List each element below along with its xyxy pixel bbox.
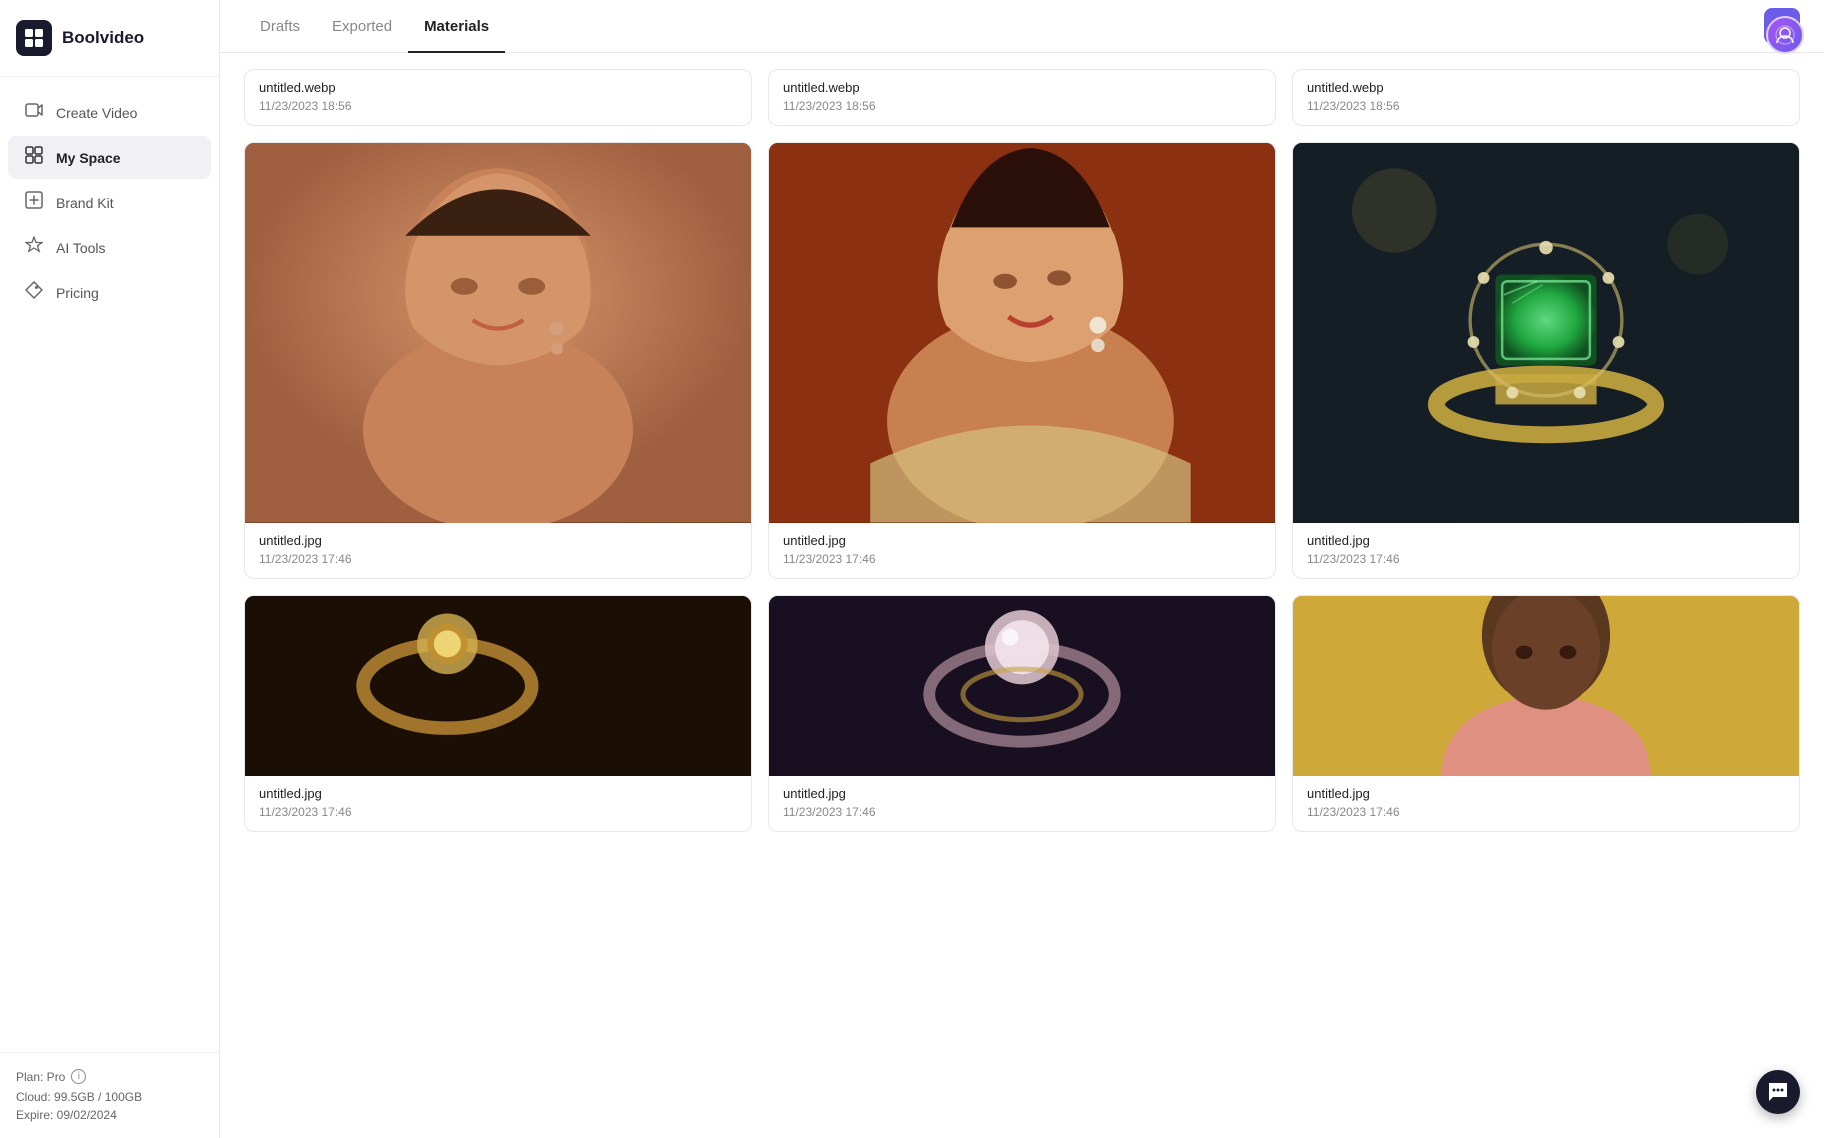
partial-card-2-date: 11/23/2023 18:56 <box>783 99 1261 113</box>
pricing-icon <box>24 281 44 304</box>
tabs-header: Drafts Exported Materials <box>220 0 1824 53</box>
card-3-image <box>1293 143 1799 523</box>
app-logo: Boolvideo <box>0 0 219 77</box>
logo-icon <box>16 20 52 56</box>
partial-card-1-date: 11/23/2023 18:56 <box>259 99 737 113</box>
partial-card-1[interactable]: untitled.webp 11/23/2023 18:56 <box>244 69 752 126</box>
card-2-name: untitled.jpg <box>783 533 1261 548</box>
expire-label: Expire: 09/02/2024 <box>16 1108 203 1122</box>
partial-card-2-name: untitled.webp <box>783 80 1261 95</box>
user-avatar[interactable] <box>1766 16 1804 54</box>
ai-tools-icon <box>24 236 44 259</box>
plan-label: Plan: Pro <box>16 1070 65 1084</box>
card-5[interactable]: untitled.jpg 11/23/2023 17:46 <box>768 595 1276 832</box>
cloud-label: Cloud: 99.5GB / 100GB <box>16 1090 203 1104</box>
sidebar-item-create-video[interactable]: Create Video <box>8 91 211 134</box>
sidebar: Boolvideo Create Video My Space <box>0 0 220 1138</box>
sidebar-item-ai-tools[interactable]: AI Tools <box>8 226 211 269</box>
sidebar-nav: Create Video My Space Brand Kit <box>0 77 219 1052</box>
card-6-date: 11/23/2023 17:46 <box>1307 805 1785 819</box>
chat-button[interactable] <box>1756 1070 1800 1114</box>
card-3[interactable]: untitled.jpg 11/23/2023 17:46 <box>1292 142 1800 579</box>
card-5-name: untitled.jpg <box>783 786 1261 801</box>
card-5-date: 11/23/2023 17:46 <box>783 805 1261 819</box>
partial-card-3[interactable]: untitled.webp 11/23/2023 18:56 <box>1292 69 1800 126</box>
card-6-image <box>1293 596 1799 776</box>
card-1-info: untitled.jpg 11/23/2023 17:46 <box>245 523 751 578</box>
card-1[interactable]: untitled.jpg 11/23/2023 17:46 <box>244 142 752 579</box>
card-6[interactable]: untitled.jpg 11/23/2023 17:46 <box>1292 595 1800 832</box>
sidebar-item-my-space-label: My Space <box>56 150 121 166</box>
plan-info-icon[interactable]: i <box>71 1069 86 1084</box>
card-6-name: untitled.jpg <box>1307 786 1785 801</box>
card-2-image <box>769 143 1275 523</box>
create-video-icon <box>24 101 44 124</box>
tab-materials[interactable]: Materials <box>408 0 505 53</box>
sidebar-item-pricing[interactable]: Pricing <box>8 271 211 314</box>
tab-exported[interactable]: Exported <box>316 0 408 53</box>
card-1-image <box>245 143 751 523</box>
card-4-info: untitled.jpg 11/23/2023 17:46 <box>245 776 751 831</box>
sidebar-item-create-video-label: Create Video <box>56 105 137 121</box>
sidebar-item-my-space[interactable]: My Space <box>8 136 211 179</box>
card-1-date: 11/23/2023 17:46 <box>259 552 737 566</box>
sidebar-footer: Plan: Pro i Cloud: 99.5GB / 100GB Expire… <box>0 1052 219 1138</box>
my-space-icon <box>24 146 44 169</box>
materials-content: untitled.webp 11/23/2023 18:56 untitled.… <box>220 53 1824 1138</box>
card-1-name: untitled.jpg <box>259 533 737 548</box>
card-5-info: untitled.jpg 11/23/2023 17:46 <box>769 776 1275 831</box>
sidebar-item-ai-tools-label: AI Tools <box>56 240 106 256</box>
card-2-info: untitled.jpg 11/23/2023 17:46 <box>769 523 1275 578</box>
partial-card-2[interactable]: untitled.webp 11/23/2023 18:56 <box>768 69 1276 126</box>
tab-drafts[interactable]: Drafts <box>244 0 316 53</box>
sidebar-item-pricing-label: Pricing <box>56 285 99 301</box>
main-content: Drafts Exported Materials untitled.webp … <box>220 0 1824 1138</box>
card-4-date: 11/23/2023 17:46 <box>259 805 737 819</box>
sidebar-item-brand-kit-label: Brand Kit <box>56 195 114 211</box>
card-4[interactable]: untitled.jpg 11/23/2023 17:46 <box>244 595 752 832</box>
card-4-image <box>245 596 751 776</box>
cards-row-1: untitled.jpg 11/23/2023 17:46 <box>244 142 1800 579</box>
partial-card-1-name: untitled.webp <box>259 80 737 95</box>
card-5-image <box>769 596 1275 776</box>
sidebar-item-brand-kit[interactable]: Brand Kit <box>8 181 211 224</box>
top-partial-row: untitled.webp 11/23/2023 18:56 untitled.… <box>244 69 1800 126</box>
card-2-date: 11/23/2023 17:46 <box>783 552 1261 566</box>
app-name: Boolvideo <box>62 28 144 48</box>
card-2[interactable]: untitled.jpg 11/23/2023 17:46 <box>768 142 1276 579</box>
card-6-info: untitled.jpg 11/23/2023 17:46 <box>1293 776 1799 831</box>
plan-row: Plan: Pro i <box>16 1069 203 1084</box>
cards-row-2: untitled.jpg 11/23/2023 17:46 <box>244 595 1800 832</box>
card-3-info: untitled.jpg 11/23/2023 17:46 <box>1293 523 1799 578</box>
partial-card-3-name: untitled.webp <box>1307 80 1785 95</box>
card-4-name: untitled.jpg <box>259 786 737 801</box>
card-3-name: untitled.jpg <box>1307 533 1785 548</box>
partial-card-3-date: 11/23/2023 18:56 <box>1307 99 1785 113</box>
brand-kit-icon <box>24 191 44 214</box>
card-3-date: 11/23/2023 17:46 <box>1307 552 1785 566</box>
